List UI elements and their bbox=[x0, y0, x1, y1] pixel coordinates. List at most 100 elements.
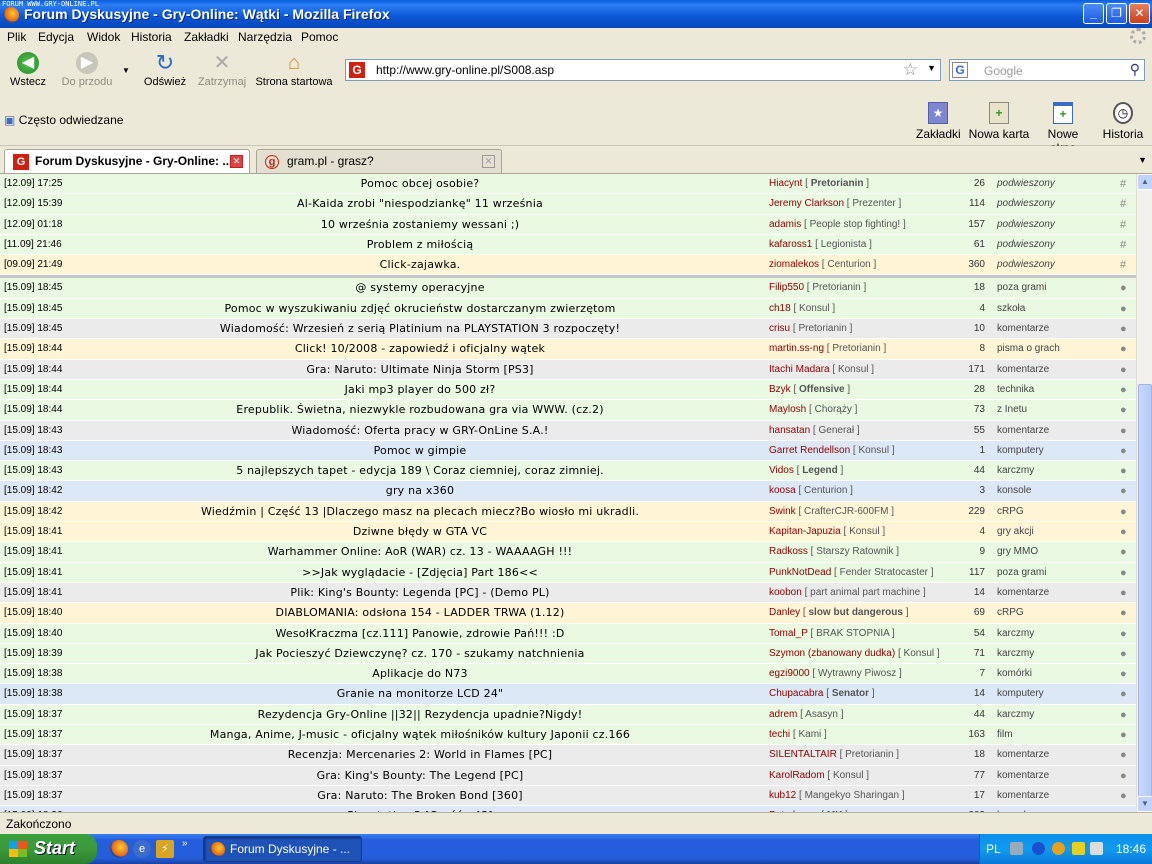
author-link[interactable]: KarolRadom bbox=[769, 770, 825, 781]
thread-row[interactable]: [15.09] 18:37 Gra: King's Bounty: The Leg… bbox=[0, 765, 1136, 786]
tab-close-icon[interactable]: ✕ bbox=[230, 155, 243, 168]
thread-title-link[interactable]: DIABLOMANIA: odsłona 154 - LADDER TRWA (… bbox=[180, 603, 660, 623]
bookmark-star-icon[interactable]: ☆ bbox=[903, 60, 918, 80]
thread-title-link[interactable]: Jak Pocieszyć Dziewczynę? cz. 170 - szuk… bbox=[180, 644, 660, 664]
search-icon[interactable]: ⚲ bbox=[1130, 61, 1140, 78]
menu-zakladki[interactable]: Zakładki bbox=[184, 30, 229, 44]
thread-title-link[interactable]: Gra: Naruto: Ultimate Ninja Storm [PS3] bbox=[180, 360, 660, 380]
tray-arrow-icon[interactable] bbox=[1032, 842, 1045, 855]
scroll-thumb[interactable] bbox=[1138, 384, 1152, 808]
reload-button[interactable]: ↻ Odśwież bbox=[142, 52, 188, 89]
taskbar-firefox-window[interactable]: Forum Dyskusyjne - ... bbox=[203, 836, 362, 862]
thread-title-link[interactable]: Dziwne błędy w GTA VC bbox=[180, 522, 660, 542]
quicklaunch-more-icon[interactable]: » bbox=[182, 838, 188, 849]
sun-icon[interactable] bbox=[1052, 842, 1065, 855]
thread-title-link[interactable]: Jaki mp3 player do 500 zł? bbox=[180, 380, 660, 400]
author-link[interactable]: koosa bbox=[769, 485, 796, 496]
bookmarks-button[interactable]: ★ Zakładki bbox=[916, 102, 961, 141]
thread-row[interactable]: [11.09] 21:46 Problem z miłością kafaross1… bbox=[0, 234, 1136, 256]
author-link[interactable]: egzi9000 bbox=[769, 668, 810, 679]
author-link[interactable]: Radkoss bbox=[769, 546, 808, 557]
thread-row[interactable]: [15.09] 18:40 DIABLOMANIA: odsłona 154 - … bbox=[0, 603, 1136, 624]
thread-title-link[interactable]: Gra: Naruto: The Broken Bond [360] bbox=[180, 786, 660, 806]
ie-quicklaunch-icon[interactable]: e bbox=[133, 840, 151, 858]
author-link[interactable]: Danley bbox=[769, 607, 800, 618]
author-link[interactable]: Szymon (zbanowany dudka) bbox=[769, 648, 895, 659]
author-link[interactable]: kafaross1 bbox=[769, 239, 812, 250]
author-link[interactable]: Jeremy Clarkson bbox=[769, 198, 844, 209]
thread-row[interactable]: [15.09] 18:44 Gra: Naruto: Ultimate Ninja… bbox=[0, 359, 1136, 380]
menu-historia[interactable]: Historia bbox=[131, 30, 172, 44]
thread-title-link[interactable]: Gra: King's Bounty: The Legend [PC] bbox=[180, 766, 660, 786]
tray-app-icon[interactable] bbox=[1072, 842, 1085, 855]
author-link[interactable]: Garret Rendellson bbox=[769, 445, 850, 456]
close-button[interactable]: ✕ bbox=[1129, 3, 1150, 24]
new-tab-button[interactable]: + Nowa karta bbox=[968, 102, 1030, 141]
thread-row[interactable]: [15.09] 18:41 Plik: King's Bounty: Legend… bbox=[0, 582, 1136, 604]
thread-title-link[interactable]: Click! 10/2008 - zapowiedź i oficjalny w… bbox=[180, 339, 660, 359]
thread-title-link[interactable]: >>Jak wyglądacie - [Zdjęcia] Part 186<< bbox=[180, 563, 660, 583]
history-button[interactable]: ◷ Historia bbox=[1102, 102, 1144, 141]
search-placeholder[interactable]: Google bbox=[984, 64, 1023, 78]
url-bar[interactable]: G http://www.gry-online.pl/S008.asp ☆ ▼ bbox=[345, 59, 941, 81]
network-icon[interactable] bbox=[1010, 842, 1023, 855]
thread-row[interactable]: [15.09] 18:38 Aplikacje do N73 egzi9000 [ … bbox=[0, 664, 1136, 685]
thread-row[interactable]: [15.09] 18:39 Jak Pocieszyć Dziewczynę? c… bbox=[0, 643, 1136, 665]
tab-close-icon[interactable]: ✕ bbox=[482, 155, 495, 168]
thread-row[interactable]: [15.09] 18:38 Granie na monitorze LCD 24"… bbox=[0, 684, 1136, 705]
thread-title-link[interactable]: WesołKraczma [cz.111] Panowie, zdrowie P… bbox=[180, 624, 660, 644]
thread-row[interactable]: [15.09] 18:44 Click! 10/2008 - zapowiedź … bbox=[0, 339, 1136, 360]
author-link[interactable]: crisu bbox=[769, 323, 790, 334]
winamp-quicklaunch-icon[interactable]: ⚡ bbox=[156, 840, 174, 858]
author-link[interactable]: Filip550 bbox=[769, 282, 804, 293]
language-indicator[interactable]: PL bbox=[986, 842, 1001, 856]
url-text[interactable]: http://www.gry-online.pl/S008.asp bbox=[376, 63, 554, 77]
author-link[interactable]: Vidos bbox=[769, 465, 794, 476]
thread-row[interactable]: [15.09] 18:41 Warhammer Online: AoR (WAR)… bbox=[0, 542, 1136, 563]
author-link[interactable]: ch18 bbox=[769, 303, 791, 314]
tab-list-dropdown-icon[interactable]: ▼ bbox=[1138, 155, 1147, 165]
thread-title-link[interactable]: Warhammer Online: AoR (WAR) cz. 13 - WAA… bbox=[180, 542, 660, 562]
thread-title-link[interactable]: Recenzja: Mercenaries 2: World in Flames… bbox=[180, 745, 660, 765]
author-link[interactable]: koobon bbox=[769, 587, 802, 598]
thread-row[interactable]: [15.09] 18:45 @ systemy operacyjne Filip55… bbox=[0, 278, 1136, 299]
back-button[interactable]: ◀ Wstecz bbox=[8, 52, 48, 88]
thread-row[interactable]: [15.09] 18:45 Pomoc w wyszukiwaniu zdjęć … bbox=[0, 298, 1136, 320]
thread-title-link[interactable]: gry na x360 bbox=[180, 481, 660, 501]
thread-title-link[interactable]: Plik: King's Bounty: Legenda [PC] - (Dem… bbox=[180, 583, 660, 603]
thread-row[interactable]: [09.09] 21:49 Click-zajawka. ziomalekos [ … bbox=[0, 255, 1136, 276]
volume-icon[interactable] bbox=[1090, 842, 1103, 855]
thread-row[interactable]: [15.09] 18:37 Recenzja: Mercenaries 2: Wo… bbox=[0, 745, 1136, 766]
frequent-bookmarks[interactable]: ▣ Często odwiedzane bbox=[4, 113, 123, 127]
author-link[interactable]: martin.ss-ng bbox=[769, 343, 824, 354]
maximize-button[interactable]: ❐ bbox=[1106, 3, 1127, 24]
author-link[interactable]: techi bbox=[769, 729, 790, 740]
home-button[interactable]: ⌂ Strona startowa bbox=[254, 52, 334, 88]
thread-row[interactable]: [12.09] 15:39 Al-Kaida zrobi "niespodzian… bbox=[0, 194, 1136, 215]
author-link[interactable]: adrem bbox=[769, 709, 797, 720]
menu-narzedzia[interactable]: Narzędzia bbox=[238, 30, 292, 44]
thread-row[interactable]: [15.09] 18:45 Wiadomość: Wrzesień z serią… bbox=[0, 319, 1136, 340]
author-link[interactable]: Bzyk bbox=[769, 384, 791, 395]
google-engine-icon[interactable]: G bbox=[952, 62, 968, 78]
thread-title-link[interactable]: Problem z miłością bbox=[180, 235, 660, 255]
thread-title-link[interactable]: Rezydencja Gry-Online ||32|| Rezydencja … bbox=[180, 705, 660, 725]
thread-title-link[interactable]: Manga, Anime, J-music - oficjalny wątek … bbox=[180, 725, 660, 745]
thread-row[interactable]: [15.09] 18:42 gry na x360 koosa [ Centurio… bbox=[0, 481, 1136, 502]
thread-title-link[interactable]: Granie na monitorze LCD 24" bbox=[180, 684, 660, 704]
thread-title-link[interactable]: Wiadomość: Oferta pracy w GRY-OnLine S.A… bbox=[180, 421, 660, 441]
thread-row[interactable]: [15.09] 18:43 Pomoc w gimpie Garret Rendel… bbox=[0, 440, 1136, 462]
thread-row[interactable]: [15.09] 18:41 >>Jak wyglądacie - [Zdjęcia… bbox=[0, 562, 1136, 583]
thread-title-link[interactable]: Wiadomość: Wrzesień z serią Platinium na… bbox=[180, 319, 660, 339]
author-link[interactable]: Itachi Madara bbox=[769, 364, 830, 375]
thread-title-link[interactable]: 5 najlepszych tapet - edycja 189 \ Coraz… bbox=[180, 461, 660, 481]
author-link[interactable]: ziomalekos bbox=[769, 259, 819, 270]
menu-plik[interactable]: Plik bbox=[7, 30, 26, 44]
url-dropdown-icon[interactable]: ▼ bbox=[927, 63, 936, 73]
menu-widok[interactable]: Widok bbox=[87, 30, 120, 44]
thread-title-link[interactable]: Erepublik. Świetna, niezwykle rozbudowan… bbox=[180, 400, 660, 420]
thread-row[interactable]: [15.09] 18:43 5 najlepszych tapet - edycj… bbox=[0, 461, 1136, 482]
author-link[interactable]: Maylosh bbox=[769, 404, 806, 415]
scroll-up-icon[interactable]: ▲ bbox=[1137, 174, 1152, 190]
author-link[interactable]: Tomal_P bbox=[769, 628, 808, 639]
